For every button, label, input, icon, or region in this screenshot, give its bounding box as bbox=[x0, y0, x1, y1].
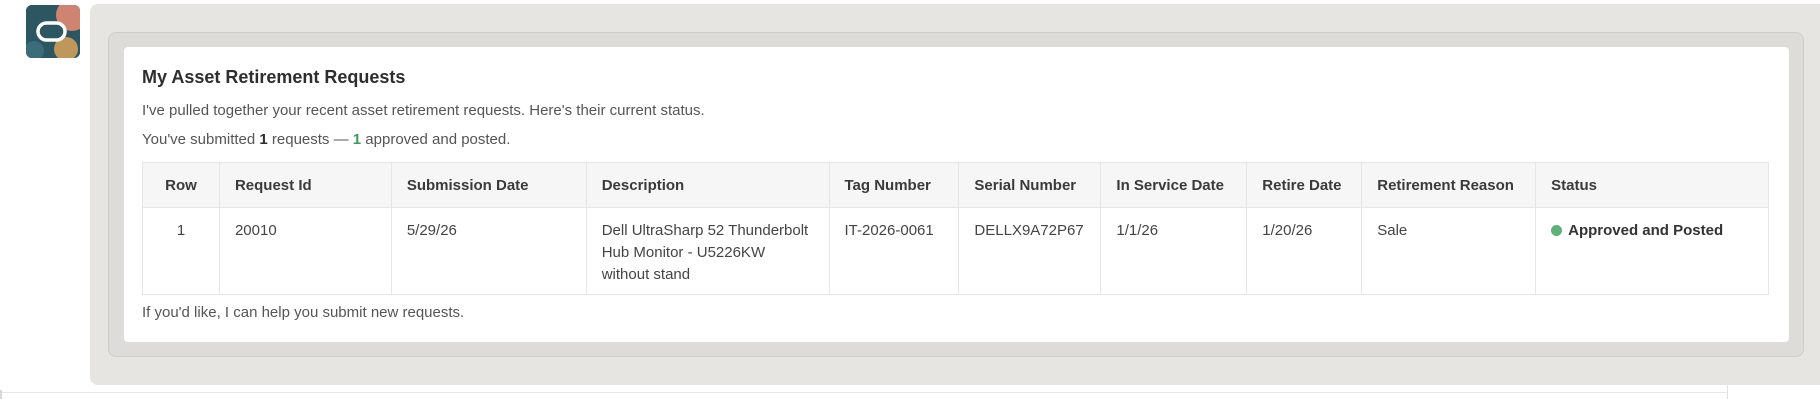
table-row[interactable]: 1 20010 5/29/26 Dell UltraSharp 52 Thund… bbox=[142, 207, 1769, 295]
summary-suffix: approved and posted. bbox=[361, 131, 511, 148]
column-header-submission-date[interactable]: Submission Date bbox=[390, 162, 587, 208]
column-header-description[interactable]: Description bbox=[585, 162, 830, 208]
column-header-in-service-date[interactable]: In Service Date bbox=[1100, 162, 1248, 208]
panel-edge-divider bbox=[1727, 385, 1728, 399]
page-title: My Asset Retirement Requests bbox=[142, 67, 406, 87]
footer-text: If you'd like, I can help you submit new… bbox=[142, 304, 465, 321]
table-header-row: Row Request Id Submission Date Descripti… bbox=[142, 162, 1769, 208]
cell-submission-date: 5/29/26 bbox=[390, 207, 587, 295]
status-label: Approved and Posted bbox=[1568, 222, 1724, 239]
cell-description: Dell UltraSharp 52 Thunderbolt Hub Monit… bbox=[585, 207, 830, 295]
column-header-retire-date[interactable]: Retire Date bbox=[1246, 162, 1363, 208]
assistant-logo-icon bbox=[26, 5, 80, 58]
cell-request-id: 20010 bbox=[218, 207, 392, 295]
cell-row: 1 bbox=[142, 207, 220, 295]
status-dot-icon bbox=[1551, 225, 1563, 236]
cell-serial-number: DELLX9A72P67 bbox=[958, 207, 1102, 295]
scroll-edge-marker bbox=[0, 390, 2, 399]
summary-middle: requests — bbox=[267, 131, 353, 148]
summary-text: You've submitted 1 requests — 1 approved… bbox=[142, 131, 510, 148]
cell-tag-number: IT-2026-0061 bbox=[828, 207, 960, 295]
column-header-row[interactable]: Row bbox=[142, 162, 220, 208]
summary-prefix: You've submitted bbox=[142, 131, 260, 148]
requests-table: Row Request Id Submission Date Descripti… bbox=[142, 162, 1769, 295]
cell-in-service-date: 1/1/26 bbox=[1100, 207, 1248, 295]
cell-status: Approved and Posted bbox=[1535, 207, 1769, 295]
column-header-request-id[interactable]: Request Id bbox=[218, 162, 392, 208]
cell-retire-date: 1/20/26 bbox=[1246, 207, 1363, 295]
cell-retirement-reason: Sale bbox=[1361, 207, 1537, 295]
column-header-tag-number[interactable]: Tag Number bbox=[828, 162, 960, 208]
column-header-serial-number[interactable]: Serial Number bbox=[958, 162, 1102, 208]
asset-retirement-card: My Asset Retirement Requests I've pulled… bbox=[124, 47, 1789, 342]
divider bbox=[0, 392, 1727, 393]
column-header-retirement-reason[interactable]: Retirement Reason bbox=[1361, 162, 1537, 208]
avatar bbox=[26, 5, 80, 58]
submitted-count: 1 bbox=[259, 131, 268, 148]
intro-text: I've pulled together your recent asset r… bbox=[142, 102, 705, 119]
column-header-status[interactable]: Status bbox=[1535, 162, 1769, 208]
approved-count: 1 bbox=[352, 131, 362, 148]
